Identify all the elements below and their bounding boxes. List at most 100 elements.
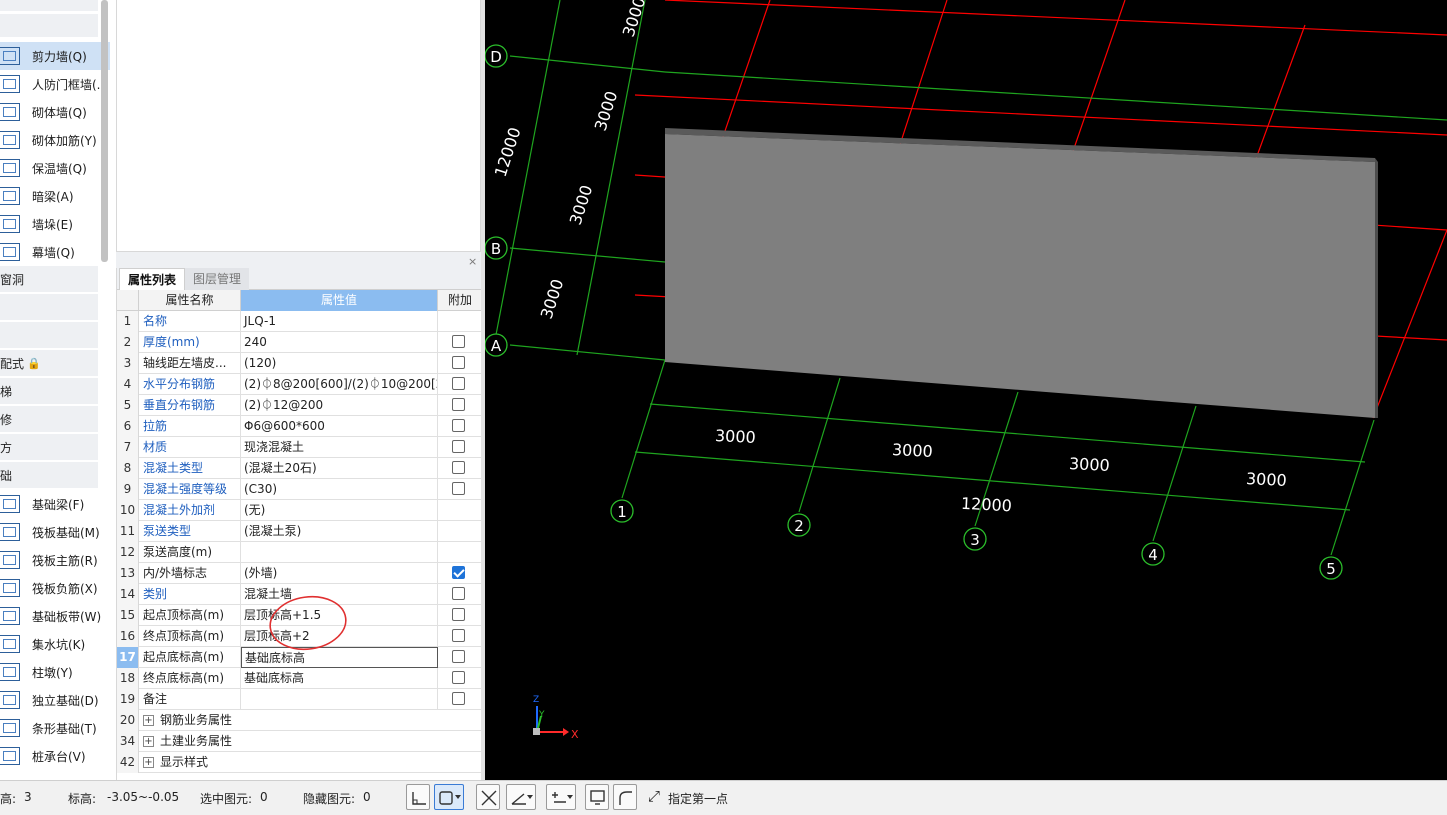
snap-button[interactable] <box>434 784 464 810</box>
dynamic-input-button[interactable] <box>585 784 609 810</box>
sidebar-item-raft-main-rebar[interactable]: 筏板主筋(R) <box>0 546 110 574</box>
property-row[interactable]: 8 混凝土类型 (混凝土20石) <box>117 458 482 479</box>
property-row[interactable]: 13 内/外墙标志 (外墙) <box>117 563 482 584</box>
extra-checkbox[interactable] <box>452 461 465 474</box>
sidebar-item-hidden-beam[interactable]: 暗梁(A) <box>0 182 110 210</box>
extra-checkbox[interactable] <box>452 377 465 390</box>
sidebar-section[interactable] <box>0 322 98 349</box>
sidebar-item-strip-footing[interactable]: 条形基础(T) <box>0 714 110 742</box>
property-value[interactable]: (混凝土泵) <box>241 521 438 542</box>
sidebar-item-masonry-rebar[interactable]: 砌体加筋(Y) <box>0 126 110 154</box>
property-row[interactable]: 18 终点底标高(m) 基础底标高 <box>117 668 482 689</box>
extra-checkbox[interactable] <box>452 419 465 432</box>
sidebar-item-pile-cap[interactable]: 桩承台(V) <box>0 742 110 770</box>
extra-checkbox[interactable] <box>452 566 465 579</box>
property-value[interactable]: 240 <box>241 332 438 353</box>
sidebar-item-curtain-wall[interactable]: 幕墙(Q) <box>0 238 110 266</box>
col-axis-5[interactable]: 5 <box>1319 556 1343 580</box>
col-axis-2[interactable]: 2 <box>787 513 811 537</box>
arc-button[interactable] <box>613 784 637 810</box>
property-row[interactable]: 1 名称 JLQ-1 <box>117 311 482 332</box>
sidebar-scrollbar[interactable] <box>101 0 108 262</box>
property-row[interactable]: 42 + 显示样式 <box>117 752 482 773</box>
extra-checkbox[interactable] <box>452 335 465 348</box>
extra-checkbox[interactable] <box>452 692 465 705</box>
col-axis-3[interactable]: 3 <box>963 527 987 551</box>
sidebar-section-prefab[interactable]: 配式 🔒 <box>0 350 98 377</box>
cross-select-button[interactable] <box>476 784 500 810</box>
property-value[interactable]: 现浇混凝土 <box>241 437 438 458</box>
sidebar-item-raft-neg-rebar[interactable]: 筏板负筋(X) <box>0 574 110 602</box>
sidebar-section-stairs[interactable]: 梯 <box>0 378 98 405</box>
sidebar-section-opening[interactable]: 窗洞 <box>0 266 98 293</box>
property-value[interactable]: (混凝土20石) <box>241 458 438 479</box>
extra-checkbox[interactable] <box>452 482 465 495</box>
tab-layer-manager[interactable]: 图层管理 <box>185 268 250 290</box>
extra-checkbox[interactable] <box>452 671 465 684</box>
property-value[interactable]: 基础底标高 <box>241 668 438 689</box>
property-value[interactable]: (C30) <box>241 479 438 500</box>
property-value[interactable]: (无) <box>241 500 438 521</box>
sidebar-section[interactable] <box>0 294 98 321</box>
sidebar-item-insulation-wall[interactable]: 保温墙(Q) <box>0 154 110 182</box>
column-header-name[interactable]: 属性名称 <box>139 290 241 311</box>
property-value[interactable]: (120) <box>241 353 438 374</box>
sidebar-section-earthwork[interactable]: 方 <box>0 434 98 461</box>
property-value[interactable]: JLQ-1 <box>241 311 438 332</box>
extra-checkbox[interactable] <box>452 587 465 600</box>
property-row[interactable]: 9 混凝土强度等级 (C30) <box>117 479 482 500</box>
property-value[interactable]: Φ6@600*600 <box>241 416 438 437</box>
ortho-button[interactable] <box>406 784 430 810</box>
property-row[interactable]: 11 泵送类型 (混凝土泵) <box>117 521 482 542</box>
property-row[interactable]: 20 + 钢筋业务属性 <box>117 710 482 731</box>
sidebar-item-column-pier[interactable]: 柱墩(Y) <box>0 658 110 686</box>
extra-checkbox[interactable] <box>452 440 465 453</box>
extra-checkbox[interactable] <box>452 650 465 663</box>
sidebar-item-foundation-beam[interactable]: 基础梁(F) <box>0 490 110 518</box>
extra-checkbox[interactable] <box>452 356 465 369</box>
property-row[interactable]: 34 + 土建业务属性 <box>117 731 482 752</box>
extra-checkbox[interactable] <box>452 398 465 411</box>
3d-viewport[interactable]: D B A 1 2 3 4 5 3000 3000 3000 3000 1200… <box>485 0 1447 780</box>
expand-icon[interactable]: + <box>143 757 154 768</box>
column-header-value[interactable]: 属性值 <box>241 290 438 311</box>
property-value[interactable] <box>241 542 438 563</box>
sidebar-item-isolated-footing[interactable]: 独立基础(D) <box>0 686 110 714</box>
sidebar-item-masonry-wall[interactable]: 砌体墙(Q) <box>0 98 110 126</box>
drawing-canvas[interactable]: D B A 1 2 3 4 5 3000 3000 3000 3000 1200… <box>485 0 1447 780</box>
offset-button[interactable] <box>546 784 576 810</box>
sidebar-item-shear-wall[interactable]: 剪力墙(Q) <box>0 42 110 70</box>
property-value[interactable]: (外墙) <box>241 563 438 584</box>
sidebar-item-sump-pit[interactable]: 集水坑(K) <box>0 630 110 658</box>
property-value[interactable]: (2)⏀12@200 <box>241 395 438 416</box>
property-row[interactable]: 10 混凝土外加剂 (无) <box>117 500 482 521</box>
property-row[interactable]: 2 厚度(mm) 240 <box>117 332 482 353</box>
property-row[interactable]: 6 拉筋 Φ6@600*600 <box>117 416 482 437</box>
sidebar-item-wall-pier[interactable]: 墙垛(E) <box>0 210 110 238</box>
row-axis-A[interactable]: A <box>485 333 508 357</box>
sidebar-section-decoration[interactable]: 修 <box>0 406 98 433</box>
property-row[interactable]: 3 轴线距左墙皮... (120) <box>117 353 482 374</box>
property-value[interactable]: (2)⏀8@200[600]/(2)⏀10@200[20 <box>241 374 438 395</box>
property-row[interactable]: 4 水平分布钢筋 (2)⏀8@200[600]/(2)⏀10@200[20 <box>117 374 482 395</box>
extra-checkbox[interactable] <box>452 608 465 621</box>
sidebar-item-civil-door-wall[interactable]: 人防门框墙(. <box>0 70 110 98</box>
property-value[interactable] <box>241 689 438 710</box>
property-row[interactable]: 19 备注 <box>117 689 482 710</box>
expand-icon[interactable]: + <box>143 736 154 747</box>
column-header-extra[interactable]: 附加 <box>438 290 482 311</box>
col-axis-1[interactable]: 1 <box>610 499 634 523</box>
property-row[interactable]: 12 泵送高度(m) <box>117 542 482 563</box>
sidebar-item-raft-foundation[interactable]: 筏板基础(M) <box>0 518 110 546</box>
sidebar-section-foundation[interactable]: 础 <box>0 462 98 489</box>
property-row[interactable]: 5 垂直分布钢筋 (2)⏀12@200 <box>117 395 482 416</box>
tab-property-list[interactable]: 属性列表 <box>119 268 186 290</box>
shear-wall-3d[interactable] <box>665 128 1378 418</box>
sidebar-item-foundation-strip[interactable]: 基础板带(W) <box>0 602 110 630</box>
expand-icon[interactable]: + <box>143 715 154 726</box>
close-icon[interactable]: × <box>468 255 477 268</box>
col-axis-4[interactable]: 4 <box>1141 542 1165 566</box>
property-row[interactable]: 7 材质 现浇混凝土 <box>117 437 482 458</box>
row-axis-D[interactable]: D <box>485 44 508 68</box>
extra-checkbox[interactable] <box>452 629 465 642</box>
